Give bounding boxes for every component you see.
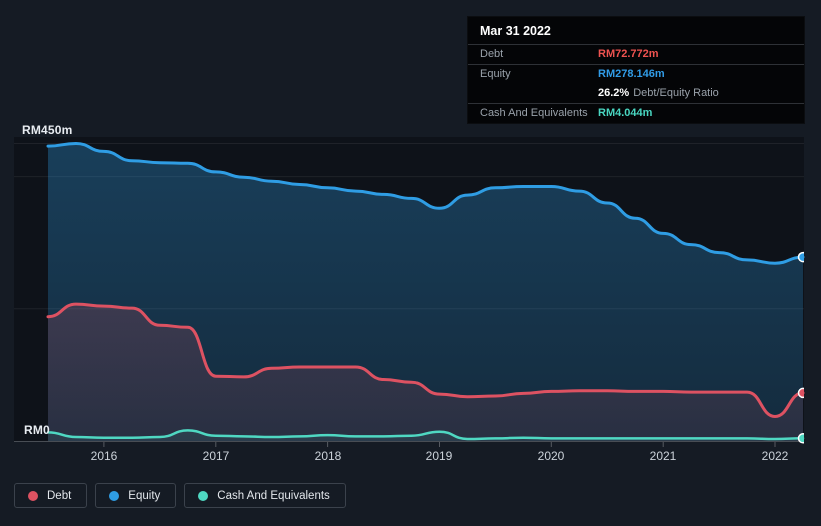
y-axis-label-max: RM450m [22, 123, 73, 137]
legend-cash-label: Cash And Equivalents [217, 489, 330, 502]
legend-debt-label: Debt [47, 489, 72, 502]
tooltip-debt-value: RM72.772m [598, 48, 659, 60]
tooltip-debt-row: Debt RM72.772m [468, 45, 804, 65]
x-year-label-2019: 2019 [425, 449, 453, 463]
tooltip-ratio-row: 26.2% Debt/Equity Ratio [468, 84, 804, 104]
ratio-text: Debt/Equity Ratio [633, 87, 719, 99]
tooltip-equity-label: Equity [480, 68, 511, 80]
tooltip-date: Mar 31 2022 [468, 17, 804, 45]
tooltip-ratio-value: 26.2% Debt/Equity Ratio [598, 87, 719, 100]
tooltip-equity-value: RM278.146m [598, 68, 665, 80]
x-year-label-2018: 2018 [314, 449, 342, 463]
tooltip-cash-value: RM4.044m [598, 107, 653, 119]
tooltip-equity-row: Equity RM278.146m [468, 65, 804, 84]
x-year-label-2017: 2017 [202, 449, 230, 463]
equity-endpoint-dot [797, 251, 804, 263]
debt-legend-dot-icon [28, 490, 38, 501]
debt-endpoint-dot [797, 387, 804, 399]
equity-legend-dot-icon [109, 490, 120, 501]
legend-item-debt[interactable]: Debt [14, 483, 88, 508]
legend-item-cash[interactable]: Cash And Equivalents [184, 483, 346, 508]
ratio-number: 26.2% [598, 87, 630, 99]
tooltip-cash-row: Cash And Equivalents RM4.044m [468, 104, 804, 123]
legend-item-equity[interactable]: Equity [95, 483, 177, 508]
y-axis-label-zero: RM0 [24, 423, 50, 437]
chart-tooltip: Mar 31 2022 Debt RM72.772m Equity RM278.… [467, 16, 805, 124]
cash-endpoint-dot [797, 433, 804, 444]
x-year-label-2021: 2021 [649, 449, 677, 463]
tooltip-debt-label: Debt [480, 48, 504, 60]
chart-panel: RM450m RM0 2016 2017 2018 2019 2020 2021 2022 … [0, 0, 821, 526]
x-year-label-2022: 2022 [761, 449, 789, 463]
x-year-label-2016: 2016 [90, 449, 118, 463]
cash-legend-dot-icon [198, 490, 209, 501]
chart-legend: Debt Equity Cash And Equivalents [14, 483, 346, 508]
x-year-label-2020: 2020 [537, 449, 565, 463]
debt-equity-chart-panel: { "colors": { "background": "#151b24", "… [0, 0, 821, 526]
legend-equity-label: Equity [128, 489, 161, 502]
tooltip-cash-label: Cash And Equivalents [480, 107, 588, 119]
